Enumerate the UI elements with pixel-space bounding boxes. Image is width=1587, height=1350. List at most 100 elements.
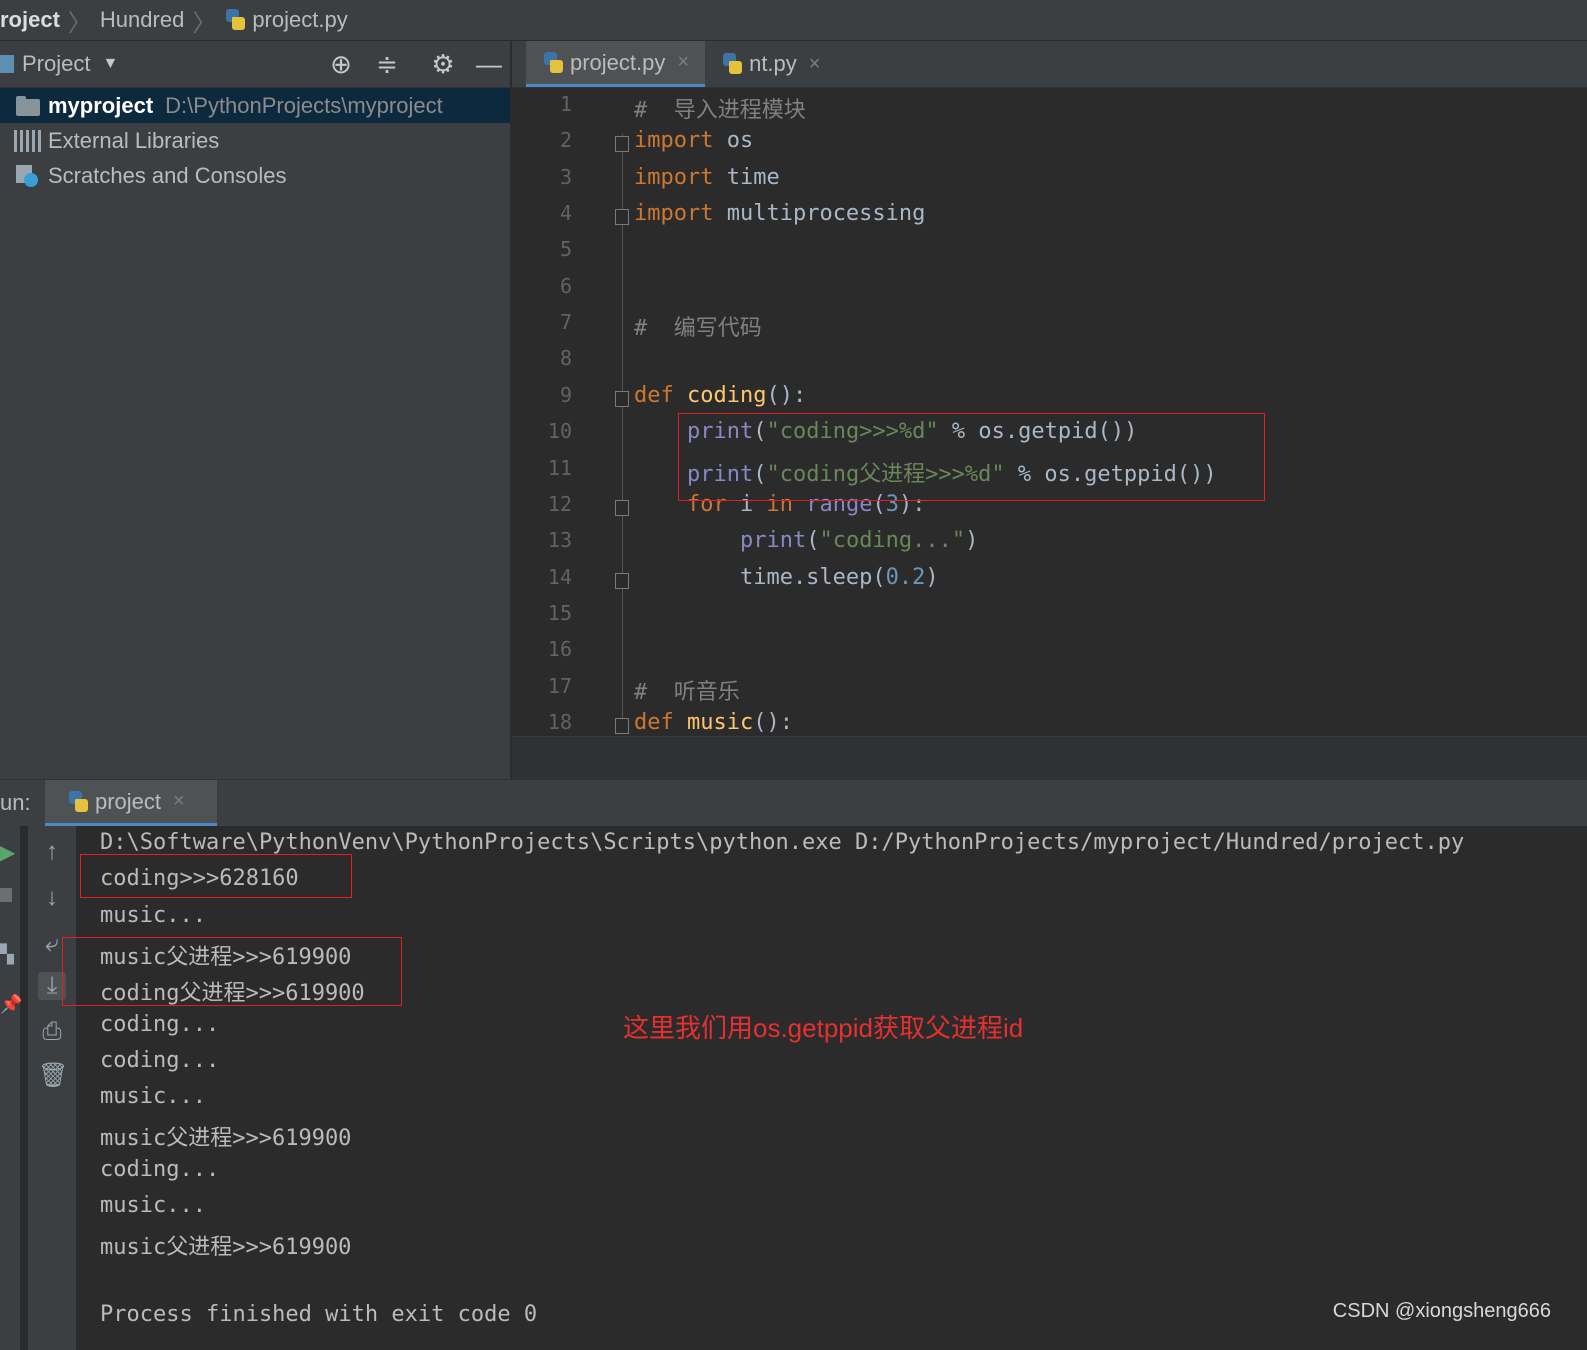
tab-label: project.py [570,49,666,75]
close-icon[interactable]: × [677,51,689,74]
trash-icon[interactable]: 🗑 [38,1062,68,1090]
line-number: 13 [547,528,572,553]
python-icon [67,790,89,813]
run-side-strip: ▶ ▚ 📌 [0,826,22,1350]
arrow-down-icon[interactable]: ↓ [38,884,66,912]
console-line: coding... [100,1011,220,1037]
arrow-up-icon[interactable]: ↑ [38,838,66,866]
line-number: 10 [547,419,572,444]
tree-item-path: D:\PythonProjects\myproject [165,92,443,118]
code-line: import multiprocessing [634,201,926,227]
console-line: coding... [100,1156,220,1182]
stop-icon[interactable] [0,888,12,902]
console-line: music父进程>>>619900 [100,1235,352,1261]
tree-item-label: External Libraries [48,127,220,153]
code-editor[interactable]: 1 2 3 4 5 6 7 8 9 10 11 12 13 14 15 16 17 18 # 导入进程模块 impo… [512,88,1587,736]
line-number: 14 [547,564,572,589]
project-view-selector[interactable]: Project [22,51,90,77]
run-console[interactable]: D:\Software\PythonVenv\PythonProjects\Sc… [62,826,1587,1350]
chevron-down-icon[interactable]: ▼ [102,55,118,73]
fold-marker-icon[interactable] [615,136,629,153]
run-tab-project[interactable]: project × [45,780,217,826]
locate-icon[interactable]: ⊕ [326,49,356,79]
fold-marker-icon[interactable] [615,390,629,407]
line-number: 16 [547,637,572,662]
fold-marker-icon[interactable] [615,209,629,226]
tab-project-py[interactable]: project.py × [526,41,706,87]
line-number: 1 [559,92,572,116]
fold-marker-icon[interactable] [615,499,629,516]
close-icon[interactable]: × [173,790,185,813]
code-line: import time [634,164,780,190]
code-line: # 听音乐 [634,679,740,705]
line-number: 12 [547,491,572,516]
console-line: music... [100,1193,206,1218]
line-number: 2 [559,128,572,153]
line-number: 7 [559,310,572,335]
code-line: print("coding...") [739,528,979,554]
highlight-box [80,854,352,898]
line-number: 3 [559,164,572,189]
code-line: # 编写代码 [634,316,762,342]
line-number: 18 [547,709,572,734]
tree-item-label: Scratches and Consoles [48,162,287,188]
line-number: 5 [559,237,572,262]
line-number: 15 [547,600,572,625]
code-line: # 导入进程模块 [634,98,806,123]
watermark: CSDN @xiongsheng666 [1332,1300,1551,1322]
gear-icon[interactable]: ⚙ [428,49,458,79]
editor-tabs: project.py × nt.py × [512,41,1587,88]
breadcrumb: roject 〉 Hundred 〉 project.py [0,0,1587,41]
editor-bottom-area [512,736,1587,779]
code-line: time.sleep(0.2) [634,564,939,590]
run-panel-header: un: project × [0,779,1587,826]
project-view-icon [0,55,14,73]
fold-marker-icon[interactable] [615,572,629,589]
collapse-all-icon[interactable]: ≑ [372,49,402,79]
run-tab-label: project [95,788,162,814]
line-number: 4 [559,201,572,226]
project-panel-header: Project ▼ ⊕ ≑ ⚙ — [0,41,510,88]
tree-item-external-libraries[interactable]: External Libraries [0,123,510,158]
close-icon[interactable]: × [809,53,821,76]
tree-item-scratches[interactable]: Scratches and Consoles [0,158,510,193]
highlight-box [62,937,402,1006]
python-file-icon [721,53,743,75]
line-number: 8 [559,346,572,371]
breadcrumb-folder[interactable]: Hundred [100,7,184,33]
layout-icon[interactable]: ▚ [0,944,14,965]
tree-item-label: myproject [48,92,154,118]
line-number: 9 [559,382,572,407]
rerun-icon[interactable]: ▶ [0,840,15,865]
folder-icon [14,95,42,117]
run-label: un: [0,790,31,815]
annotation-note: 这里我们用os.getppid获取父进程id [623,1013,1024,1043]
print-icon[interactable]: ⎙ [38,1018,66,1046]
code-line: def music(): [634,709,793,735]
highlight-box [678,413,1265,501]
console-line: Process finished with exit code 0 [100,1301,538,1327]
tab-nt-py[interactable]: nt.py × [705,41,836,87]
line-number-gutter: 1 2 3 4 5 6 7 8 9 10 11 12 13 14 15 16 17 18 [512,88,572,736]
console-line: coding... [100,1047,220,1073]
console-line: D:\Software\PythonVenv\PythonProjects\Sc… [100,830,1465,855]
hide-panel-icon[interactable]: — [474,49,504,79]
library-icon [14,129,42,152]
line-number: 17 [547,673,572,698]
pin-icon[interactable]: 📌 [0,994,22,1015]
fold-marker-icon[interactable] [615,717,629,734]
code-line: import os [634,128,754,154]
console-line: music父进程>>>619900 [100,1126,352,1152]
chevron-right-icon: 〉 [67,9,92,37]
console-line: music... [100,902,206,928]
breadcrumb-file[interactable]: project.py [224,7,348,33]
console-line: music... [100,1084,206,1110]
breadcrumb-project[interactable]: roject [0,7,60,33]
scratches-icon [14,164,42,187]
python-file-icon [224,9,246,31]
run-toolbar: ↑ ↓ ⤶ ⤓ ⎙ 🗑 [28,826,76,1350]
line-number: 6 [559,273,572,298]
tree-item-myproject[interactable]: myproject D:\PythonProjects\myproject [0,88,510,123]
tab-label: nt.py [749,51,797,76]
code-line: def coding(): [634,382,807,408]
